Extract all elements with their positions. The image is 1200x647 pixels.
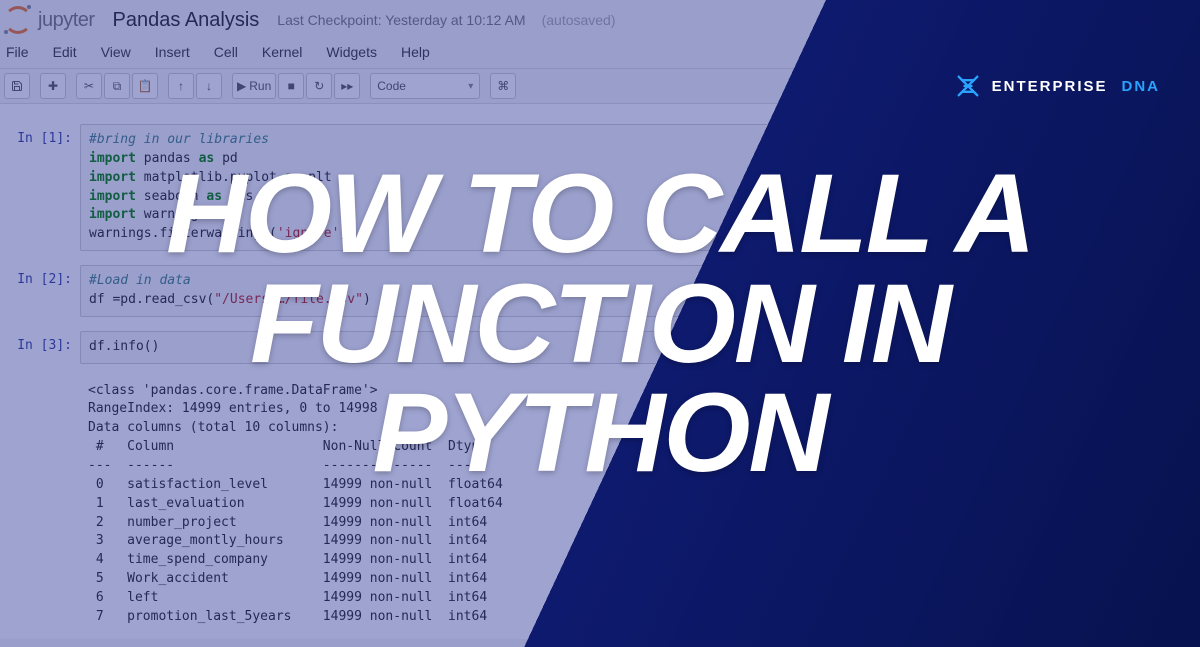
hero-title: HOW TO CALL A FUNCTION IN PYTHON	[50, 159, 1150, 488]
stage: jupyter Pandas Analysis Last Checkpoint:…	[0, 0, 1200, 647]
hero-title-layer: HOW TO CALL A FUNCTION IN PYTHON	[0, 0, 1200, 647]
